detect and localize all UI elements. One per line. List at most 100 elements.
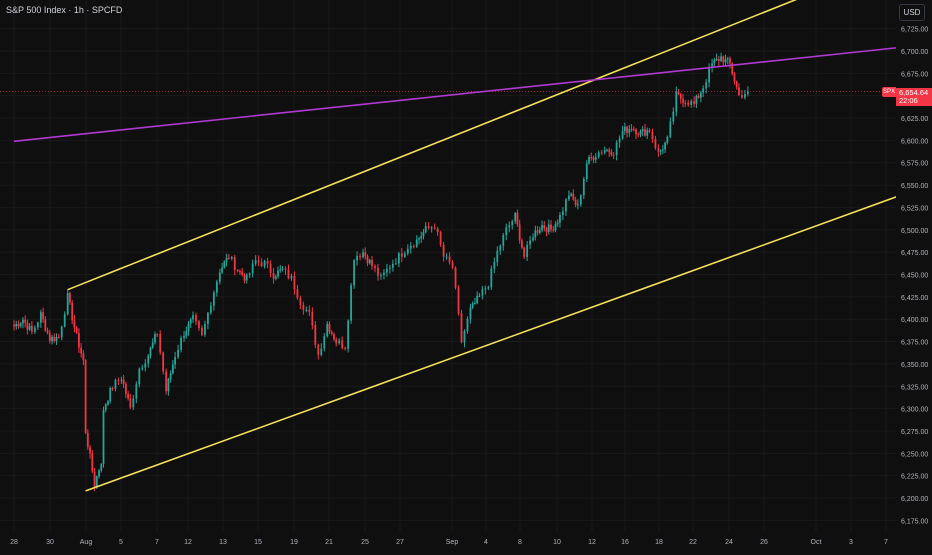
candle-body xyxy=(225,257,228,262)
time-tick-label: 7 xyxy=(155,539,159,546)
candle-body xyxy=(460,313,463,343)
candle-body xyxy=(107,401,109,405)
candle xyxy=(198,320,200,331)
candle-body xyxy=(167,378,170,392)
candle xyxy=(502,232,505,251)
candle-body xyxy=(147,355,150,364)
candle-body xyxy=(585,163,588,180)
candle xyxy=(644,123,646,137)
price-tick-label: 6,550.00 xyxy=(901,183,928,190)
price-tick-label: 6,225.00 xyxy=(901,474,928,481)
candle-body xyxy=(333,333,335,340)
candle-body xyxy=(215,281,218,293)
candle xyxy=(350,282,353,324)
candle xyxy=(391,259,394,272)
candle xyxy=(471,301,474,310)
candle-body xyxy=(422,232,425,237)
candle xyxy=(151,338,154,349)
candle-body xyxy=(243,275,246,281)
candle xyxy=(359,253,361,261)
candle-body xyxy=(98,470,100,477)
candle-body xyxy=(71,302,74,321)
price-axis[interactable]: 6,175.00 6,200.00 6,225.00 6,250.00 6,275.00… xyxy=(896,0,932,532)
candle-body xyxy=(610,151,613,155)
candle-body xyxy=(28,325,31,330)
candle xyxy=(296,285,299,300)
candle xyxy=(724,54,727,67)
candle xyxy=(63,311,66,328)
candle-body xyxy=(185,331,188,336)
candle-body xyxy=(702,88,705,93)
candle xyxy=(36,321,39,330)
candle xyxy=(469,303,472,324)
price-tick-label: 6,250.00 xyxy=(901,451,928,458)
candle-body xyxy=(505,227,508,235)
candle xyxy=(266,257,269,269)
candle xyxy=(612,151,615,160)
candle xyxy=(597,150,600,159)
candle xyxy=(51,334,53,345)
candle-body xyxy=(132,398,135,408)
candle xyxy=(138,367,141,388)
candle-body xyxy=(156,334,159,336)
candle-body xyxy=(415,239,418,247)
candle-body xyxy=(129,398,132,408)
candle xyxy=(129,394,132,410)
candle-body xyxy=(572,193,575,200)
candle-body xyxy=(738,87,740,96)
candle xyxy=(711,58,713,73)
candle xyxy=(57,333,60,339)
time-tick-label: Sep xyxy=(446,539,459,546)
candle xyxy=(169,370,172,383)
candle-body xyxy=(741,95,743,98)
candle xyxy=(738,83,740,97)
candle-body xyxy=(484,288,487,290)
time-axis-svg: 28 30 Aug 5 7 12 13 15 19 21 25 27 Sep 4 8 10 12 16 18 22 24… xyxy=(10,539,888,546)
candle xyxy=(693,96,696,108)
candle xyxy=(661,144,664,155)
candle-body xyxy=(722,56,725,63)
candle-body xyxy=(356,255,358,261)
candle-body xyxy=(204,323,206,335)
candle-body xyxy=(245,274,248,281)
candle xyxy=(159,330,162,355)
time-tick-label: 15 xyxy=(254,539,262,546)
candle-body xyxy=(377,267,379,276)
candle-body xyxy=(570,193,573,196)
time-tick-label: Oct xyxy=(811,539,822,546)
candle-body xyxy=(448,256,451,263)
candle-body xyxy=(654,139,657,149)
candle-body xyxy=(608,149,611,152)
candle xyxy=(204,320,206,337)
candle xyxy=(433,223,436,230)
candle-body xyxy=(248,273,251,275)
candle-body xyxy=(651,131,654,140)
candle-body xyxy=(15,324,18,327)
candle-body xyxy=(436,228,439,233)
candle xyxy=(406,244,409,256)
candle-body xyxy=(733,73,736,82)
candle-body xyxy=(272,273,275,279)
candle-body xyxy=(457,287,460,314)
candle xyxy=(700,90,702,103)
currency-button[interactable]: USD xyxy=(899,4,925,21)
candle-body xyxy=(534,230,537,238)
candle xyxy=(389,264,391,274)
chart-plot-area[interactable] xyxy=(0,0,896,532)
candle-body xyxy=(552,229,555,231)
candle-body xyxy=(293,276,296,290)
gridlines xyxy=(0,0,896,532)
candle-body xyxy=(666,136,669,143)
candle xyxy=(305,306,308,313)
candle-body xyxy=(46,330,49,333)
candle-body xyxy=(73,320,76,328)
candle-body xyxy=(33,327,36,332)
candle-body xyxy=(144,363,147,368)
candle-body xyxy=(724,58,727,63)
candle-body xyxy=(218,272,221,282)
candle xyxy=(639,129,642,138)
candle xyxy=(308,305,311,317)
candle xyxy=(621,125,624,140)
candle-body xyxy=(715,58,718,60)
time-axis[interactable]: 28 30 Aug 5 7 12 13 15 19 21 25 27 Sep 4 8 10 12 16 18 22 24… xyxy=(0,532,896,550)
